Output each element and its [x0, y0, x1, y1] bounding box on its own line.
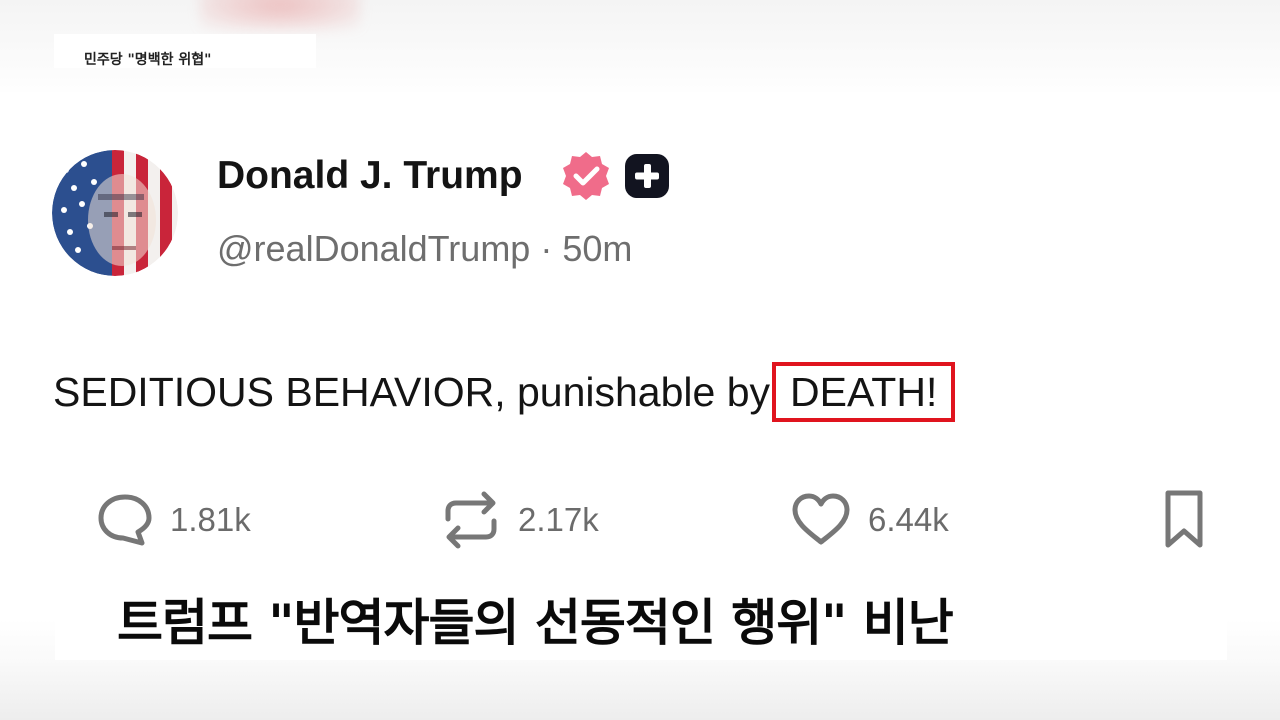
- background-blur: [200, 0, 360, 30]
- verified-badge-icon: [560, 150, 612, 202]
- repost-button[interactable]: 2.17k: [440, 490, 599, 550]
- profile-avatar[interactable]: [52, 150, 178, 276]
- reply-button[interactable]: 1.81k: [96, 490, 251, 550]
- avatar-image: [52, 150, 178, 276]
- repost-icon: [445, 491, 497, 549]
- author-display-name[interactable]: Donald J. Trump: [217, 150, 523, 202]
- separator-dot: ·: [540, 228, 553, 269]
- handle-and-time: @realDonaldTrump · 50m: [217, 222, 632, 276]
- plus-badge-icon: [625, 154, 669, 198]
- post-body: SEDITIOUS BEHAVIOR, punishable by DEATH!: [53, 362, 956, 422]
- heart-icon: [792, 493, 850, 545]
- top-news-caption: 민주당 "명백한 위협": [54, 34, 316, 68]
- reply-count: 1.81k: [170, 501, 251, 538]
- post-time[interactable]: 50m: [562, 228, 632, 269]
- like-count: 6.44k: [868, 501, 949, 538]
- news-subtitle: 트럼프 "반역자들의 선동적인 행위" 비난: [55, 586, 1227, 660]
- bottom-blur: [0, 660, 1280, 720]
- author-handle[interactable]: @realDonaldTrump: [217, 228, 530, 269]
- repost-count: 2.17k: [518, 501, 599, 538]
- highlighted-word: DEATH!: [772, 362, 956, 422]
- like-button[interactable]: 6.44k: [790, 490, 949, 550]
- post-text-main: SEDITIOUS BEHAVIOR, punishable by: [53, 369, 771, 415]
- comment-icon: [98, 494, 152, 546]
- video-frame: 민주당 "명백한 위협" Donald J. Trump @realDonald…: [0, 0, 1280, 720]
- bookmark-button[interactable]: [1162, 490, 1206, 550]
- bookmark-icon: [1165, 490, 1203, 548]
